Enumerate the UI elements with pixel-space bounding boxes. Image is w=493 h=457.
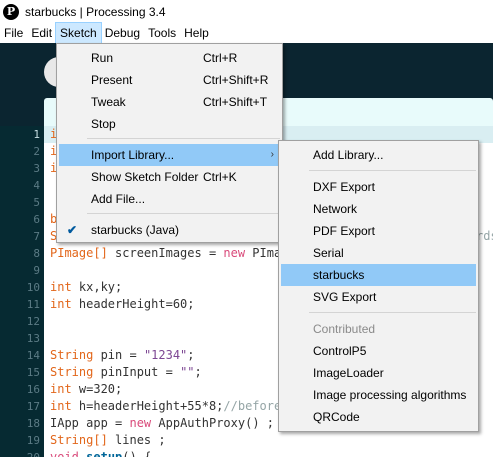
menu-item-import-library[interactable]: Import Library... › bbox=[59, 144, 280, 166]
menu-item-add-file[interactable]: Add File... bbox=[59, 188, 280, 210]
code-line-14: String pin = "1234"; bbox=[50, 348, 195, 362]
import-library-submenu: Add Library... DXF Export Network PDF Ex… bbox=[278, 140, 479, 432]
window-title: starbucks | Processing 3.4 bbox=[25, 4, 166, 19]
code-line-17: int h=headerHeight+55*8;//before bbox=[50, 399, 282, 413]
code-line-10: int kx,ky; bbox=[50, 280, 123, 294]
chevron-right-icon: › bbox=[270, 149, 274, 160]
line-number: 4 bbox=[33, 179, 40, 192]
line-number: 14 bbox=[26, 349, 40, 362]
code-line-15: String pinInput = ""; bbox=[50, 365, 202, 379]
menu-separator bbox=[87, 213, 280, 214]
line-number: 1 bbox=[33, 128, 40, 141]
menu-file[interactable]: File bbox=[0, 23, 27, 43]
menu-item-present[interactable]: Present Ctrl+Shift+R bbox=[59, 69, 280, 91]
line-number: 8 bbox=[33, 247, 40, 260]
contributed-library-item[interactable]: ControlP5 bbox=[281, 340, 476, 362]
menu-separator bbox=[309, 312, 476, 313]
menu-separator bbox=[309, 170, 476, 171]
library-item[interactable]: PDF Export bbox=[281, 220, 476, 242]
menu-sketch[interactable]: Sketch bbox=[55, 22, 102, 44]
line-number: 13 bbox=[26, 332, 40, 345]
line-number: 2 bbox=[33, 145, 40, 158]
menu-item-stop[interactable]: Stop bbox=[59, 113, 280, 135]
sketch-menu-dropdown: Run Ctrl+R Present Ctrl+Shift+R Tweak Ct… bbox=[56, 43, 283, 243]
code-line-16: int w=320; bbox=[50, 382, 123, 396]
menu-item-add-library[interactable]: Add Library... bbox=[281, 144, 476, 166]
line-number: 15 bbox=[26, 366, 40, 379]
code-line-18: IApp app = new AppAuthProxy() ; bbox=[50, 416, 274, 430]
library-item[interactable]: SVG Export bbox=[281, 286, 476, 308]
line-number: 18 bbox=[26, 417, 40, 430]
line-number: 17 bbox=[26, 400, 40, 413]
menu-item-show-sketch-folder[interactable]: Show Sketch Folder Ctrl+K bbox=[59, 166, 280, 188]
title-bar: P starbucks | Processing 3.4 bbox=[0, 0, 493, 23]
line-number: 7 bbox=[33, 230, 40, 243]
contributed-library-item[interactable]: QRCode bbox=[281, 406, 476, 428]
library-item-starbucks[interactable]: starbucks bbox=[281, 264, 476, 286]
line-number: 5 bbox=[33, 196, 40, 209]
menu-bar: File Edit Sketch Debug Tools Help bbox=[0, 22, 493, 44]
contributed-library-item[interactable]: Image processing algorithms bbox=[281, 384, 476, 406]
menu-help[interactable]: Help bbox=[180, 23, 213, 43]
line-number: 19 bbox=[26, 434, 40, 447]
line-number: 16 bbox=[26, 383, 40, 396]
contributed-library-item[interactable]: ImageLoader bbox=[281, 362, 476, 384]
menu-item-run[interactable]: Run Ctrl+R bbox=[59, 47, 280, 69]
line-number: 9 bbox=[33, 264, 40, 277]
line-number: 6 bbox=[33, 213, 40, 226]
checkmark-icon: ✔ bbox=[67, 223, 78, 237]
line-number: 12 bbox=[26, 315, 40, 328]
line-number: 20 bbox=[0, 449, 40, 457]
library-item[interactable]: DXF Export bbox=[281, 176, 476, 198]
code-line-20: void setup() { bbox=[50, 450, 152, 457]
code-line-19: String[] lines ; bbox=[50, 433, 166, 447]
code-line-11: int headerHeight=60; bbox=[50, 297, 195, 311]
menu-separator bbox=[87, 138, 280, 139]
library-item[interactable]: Serial bbox=[281, 242, 476, 264]
processing-logo-icon: P bbox=[3, 3, 19, 20]
contributed-header: Contributed bbox=[313, 322, 376, 336]
code-line-8: PImage[] screenImages = new PImag bbox=[50, 246, 289, 260]
line-number: 3 bbox=[33, 162, 40, 175]
menu-item-tweak[interactable]: Tweak Ctrl+Shift+T bbox=[59, 91, 280, 113]
menu-tools[interactable]: Tools bbox=[144, 23, 180, 43]
menu-debug[interactable]: Debug bbox=[101, 23, 144, 43]
line-number: 11 bbox=[26, 298, 40, 311]
library-item[interactable]: Network bbox=[281, 198, 476, 220]
menu-item-mode-java[interactable]: ✔ starbucks (Java) bbox=[59, 219, 280, 241]
menu-edit[interactable]: Edit bbox=[27, 23, 56, 43]
line-number-gutter: 1 2 3 4 5 6 7 8 9 10 11 12 13 14 15 16 1… bbox=[0, 126, 44, 457]
line-number: 10 bbox=[26, 281, 40, 294]
